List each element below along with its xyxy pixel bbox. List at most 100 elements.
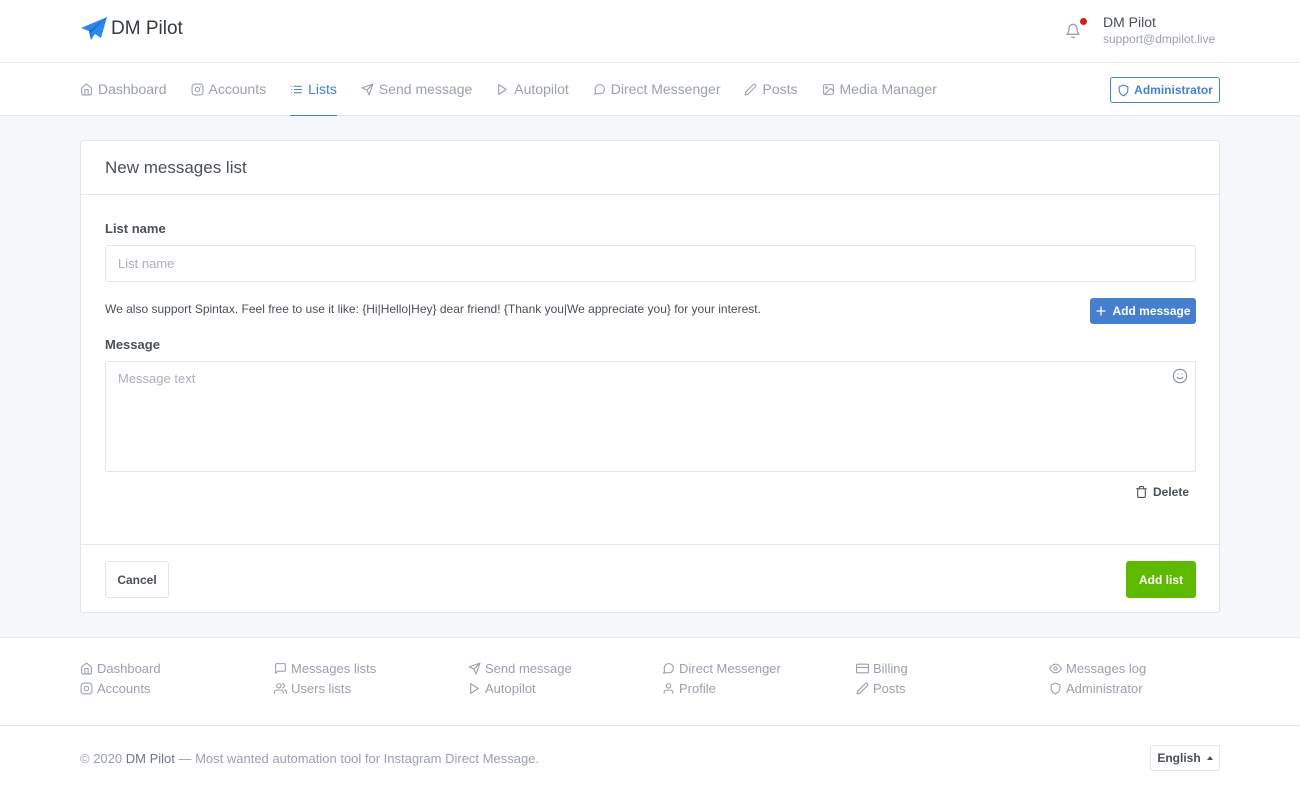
credit-card-icon [856, 663, 869, 673]
edit-icon [745, 83, 757, 95]
footer-column: Messages log Administrator [1049, 658, 1146, 698]
add-message-button[interactable]: Add message [1090, 298, 1196, 324]
users-icon [274, 682, 287, 694]
notification-dot [1080, 18, 1087, 25]
footer-link-accounts[interactable]: Accounts [80, 678, 161, 698]
add-list-button[interactable]: Add list [1126, 561, 1196, 598]
message-label: Message [105, 337, 160, 352]
footer-link-send-message[interactable]: Send message [468, 658, 572, 678]
plus-icon [1096, 306, 1107, 316]
nav-item-posts[interactable]: Posts [744, 63, 798, 116]
footer-link-administrator[interactable]: Administrator [1049, 678, 1146, 698]
footer-link-posts[interactable]: Posts [856, 678, 908, 698]
emoji-picker-icon[interactable] [1172, 368, 1188, 384]
footer-link-label: Billing [873, 660, 908, 676]
footer-column: Dashboard Accounts [80, 658, 161, 698]
footer-link-users-lists[interactable]: Users lists [274, 678, 376, 698]
trash-icon [1136, 486, 1147, 498]
footer-column: Billing Posts [856, 658, 908, 698]
new-list-card: New messages list List name We also supp… [80, 140, 1220, 613]
nav-item-autopilot[interactable]: Autopilot [496, 63, 569, 116]
send-icon [468, 662, 481, 674]
footer-link-messages-log[interactable]: Messages log [1049, 658, 1146, 678]
instagram-icon [80, 682, 93, 694]
nav-label: Dashboard [98, 81, 167, 97]
bell-icon [1066, 23, 1080, 39]
nav-item-accounts[interactable]: Accounts [191, 63, 267, 116]
footer-link-autopilot[interactable]: Autopilot [468, 678, 572, 698]
nav-label: Autopilot [514, 81, 569, 97]
copyright-suffix: — Most wanted automation tool for Instag… [174, 751, 540, 766]
nav-item-media-manager[interactable]: Media Manager [822, 63, 937, 116]
copyright-brand-link[interactable]: DM Pilot [126, 751, 175, 766]
home-icon [81, 83, 92, 95]
footer-link-profile[interactable]: Profile [662, 678, 781, 698]
play-icon [470, 682, 479, 694]
image-icon [822, 83, 834, 95]
footer-link-dashboard[interactable]: Dashboard [80, 658, 161, 678]
footer-column: Send message Autopilot [468, 658, 572, 698]
nav-label: Media Manager [839, 81, 937, 97]
footer-link-direct-messenger[interactable]: Direct Messenger [662, 658, 781, 678]
message-circle-icon [593, 83, 605, 95]
nav-item-send-message[interactable]: Send message [361, 63, 472, 116]
list-name-label: List name [105, 221, 166, 236]
user-name: DM Pilot [1103, 14, 1156, 30]
caret-up-icon [1206, 756, 1213, 760]
message-square-icon [275, 662, 286, 674]
footer-link-label: Administrator [1066, 680, 1143, 696]
send-icon [361, 83, 374, 95]
language-label: English [1157, 751, 1201, 765]
footer-link-label: Accounts [97, 680, 151, 696]
edit-icon [856, 682, 869, 694]
administrator-label: Administrator [1134, 83, 1213, 97]
message-circle-icon [663, 662, 674, 674]
notifications-button[interactable] [1065, 18, 1087, 42]
cancel-button[interactable]: Cancel [105, 561, 169, 598]
nav-item-dashboard[interactable]: Dashboard [80, 63, 167, 116]
footer-link-label: Direct Messenger [679, 660, 781, 676]
nav-label: Send message [378, 81, 473, 97]
shield-icon [1118, 84, 1129, 96]
footer-link-billing[interactable]: Billing [856, 658, 908, 678]
card-footer: Cancel Add list [81, 544, 1219, 613]
main-nav: Dashboard Accounts Lists Send message Au… [0, 63, 1300, 116]
home-icon [81, 662, 92, 674]
list-name-input[interactable] [105, 245, 1196, 282]
brand-logo[interactable]: DM Pilot [80, 16, 183, 42]
footer-link-label: Posts [873, 680, 906, 696]
footer-link-label: Autopilot [485, 680, 536, 696]
delete-message-button[interactable]: Delete [1135, 485, 1189, 499]
bottom-bar: © 2020 DM Pilot — Most wanted automation… [0, 726, 1300, 790]
shield-icon [1050, 682, 1061, 694]
nav-item-direct-messenger[interactable]: Direct Messenger [593, 63, 721, 116]
footer-link-label: Users lists [291, 680, 351, 696]
card-title: New messages list [81, 141, 1219, 195]
footer-link-label: Send message [485, 660, 572, 676]
instagram-icon [191, 83, 203, 95]
paper-plane-logo-icon [81, 17, 107, 40]
brand-name: DM Pilot [111, 18, 183, 39]
user-email: support@dmpilot.live [1103, 32, 1216, 46]
nav-label: Direct Messenger [610, 81, 721, 97]
spintax-hint: We also support Spintax. Feel free to us… [105, 302, 761, 316]
nav-items: Dashboard Accounts Lists Send message Au… [80, 63, 961, 116]
footer-column: Direct Messenger Profile [662, 658, 781, 698]
language-selector[interactable]: English [1150, 745, 1220, 771]
top-bar: DM Pilot DM Pilot support@dmpilot.live [0, 0, 1300, 63]
copyright-prefix: © 2020 [80, 751, 126, 766]
copyright: © 2020 DM Pilot — Most wanted automation… [80, 751, 539, 766]
footer-link-label: Messages lists [291, 660, 377, 676]
user-icon [663, 682, 674, 694]
footer-link-label: Messages log [1066, 660, 1147, 676]
list-icon [291, 85, 303, 93]
play-icon [498, 83, 508, 95]
footer-link-messages-lists[interactable]: Messages lists [274, 658, 376, 678]
nav-item-lists[interactable]: Lists [290, 63, 337, 116]
delete-label: Delete [1153, 485, 1190, 499]
footer-column: Messages lists Users lists [274, 658, 376, 698]
nav-label: Accounts [208, 81, 267, 97]
user-menu[interactable]: DM Pilot support@dmpilot.live [1065, 14, 1215, 48]
message-textarea[interactable] [105, 361, 1196, 472]
administrator-button[interactable]: Administrator [1110, 77, 1220, 103]
